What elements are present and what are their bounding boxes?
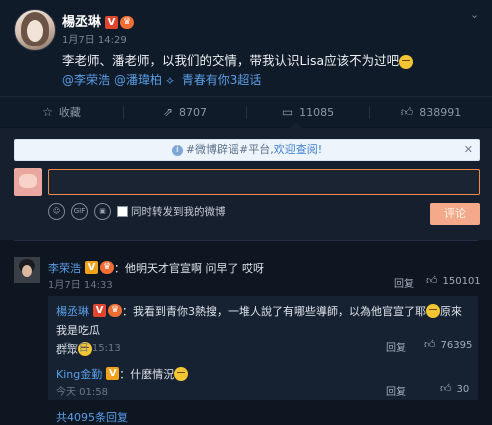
- info-icon: i: [171, 144, 183, 156]
- comment-count: 11085: [299, 106, 335, 119]
- verified-badge-icon: V: [105, 16, 119, 29]
- reply-author[interactable]: King金勤: [56, 368, 102, 381]
- reply-button[interactable]: 回复: [386, 383, 406, 398]
- reply-button[interactable]: 回复: [394, 275, 414, 290]
- reply-like-button[interactable]: 👍︎ 30: [440, 382, 469, 395]
- divider: [14, 240, 478, 241]
- mention-pan-weibo[interactable]: @潘瑋柏: [114, 73, 162, 87]
- comment-text: ：他明天才官宣啊 问早了 哎呀: [114, 262, 264, 275]
- chevron-down-icon[interactable]: ⌄: [470, 8, 480, 21]
- rumor-notice: i #微博辟谣#平台,欢迎查阅! ✕: [14, 139, 480, 161]
- composer-tools: ☺ GIF ▣ 同时转发到我的微博: [48, 201, 226, 221]
- post-author-name[interactable]: 楊丞琳: [62, 15, 101, 30]
- reply-like-count: 76395: [440, 340, 473, 351]
- supertopic-icon: ⟡: [166, 73, 174, 87]
- reply-time: 1月7日 15:13: [56, 343, 121, 354]
- post-time[interactable]: 1月7日 14:29: [62, 31, 127, 46]
- my-avatar: [14, 168, 42, 196]
- notice-link[interactable]: 欢迎查阅!: [274, 143, 322, 156]
- comment-like-button[interactable]: 👍︎ 150101: [426, 274, 481, 287]
- like-count: 838991: [419, 106, 462, 119]
- post-text: 李老师、潘老师，以我们的交情，带我认识Lisa应该不为过吧: [62, 53, 400, 68]
- reply-button[interactable]: 回复: [386, 339, 406, 354]
- close-icon[interactable]: ✕: [464, 140, 473, 160]
- supertopic-link[interactable]: ⟡ 青春有你3超话: [166, 73, 265, 87]
- repost-button[interactable]: ⇗ 8707: [124, 97, 246, 127]
- reply-author[interactable]: 楊丞琳: [56, 305, 89, 318]
- comment-like-count: 150101: [442, 276, 481, 287]
- verified-badge-icon: V: [85, 261, 98, 274]
- comment-author[interactable]: 李荣浩: [48, 262, 81, 275]
- favorite-label: 收藏: [58, 106, 81, 119]
- repost-count: 8707: [179, 106, 208, 119]
- emoji-icon[interactable]: ☺: [48, 203, 65, 220]
- post-action-bar: ☆ 收藏 ⇗ 8707 ▭ 11085 👍︎ 838991: [0, 96, 492, 127]
- thinking-emoji-icon: [426, 303, 440, 318]
- reply-like-count: 30: [456, 384, 470, 395]
- mention-li-ronghao[interactable]: @李荣浩: [62, 73, 110, 87]
- forward-label: 同时转发到我的微博: [131, 206, 226, 218]
- thumbs-up-icon: 👍︎: [426, 274, 438, 287]
- reply-time: 今天 01:58: [56, 387, 108, 398]
- favorite-button[interactable]: ☆ 收藏: [0, 97, 123, 127]
- verified-badge-icon: V: [93, 304, 106, 317]
- reply-text: ：我看到青你3熱搜，一堆人說了有哪些導師，以為他官宣了耶: [122, 305, 426, 318]
- thumbs-up-icon: 👍︎: [440, 382, 452, 395]
- star-icon: ☆: [42, 105, 53, 119]
- like-button[interactable]: 👍︎ 838991: [370, 97, 492, 127]
- forward-checkbox[interactable]: [117, 206, 128, 217]
- thumbs-up-icon: 👍︎: [400, 105, 414, 119]
- repost-icon: ⇗: [162, 105, 174, 119]
- comment-item: 李荣浩 V ♛ ：他明天才官宣啊 问早了 哎呀: [48, 257, 264, 276]
- laugh-emoji-icon: [174, 366, 189, 381]
- member-crown-icon: ♛: [108, 304, 122, 317]
- gif-icon[interactable]: GIF: [71, 203, 88, 220]
- commenter-avatar[interactable]: [14, 257, 40, 283]
- reply-item: King金勤 V ：什麼情況: [56, 363, 189, 382]
- thumbs-up-icon: 👍︎: [424, 338, 436, 351]
- shy-emoji-icon: [399, 54, 414, 69]
- submit-comment-button[interactable]: 评论: [430, 203, 480, 225]
- post-links: @李荣浩 @潘瑋柏 ⟡ 青春有你3超话: [62, 71, 269, 88]
- author-avatar[interactable]: [14, 9, 56, 51]
- member-crown-icon: ♛: [120, 16, 135, 29]
- supertopic-label: 青春有你3超话: [181, 73, 262, 87]
- comment-button[interactable]: ▭ 11085: [247, 97, 369, 127]
- member-crown-icon: ♛: [100, 261, 114, 274]
- reply-text: ：什麼情況: [119, 368, 175, 381]
- verified-badge-icon: V: [106, 367, 120, 380]
- post-author[interactable]: 楊丞琳 V ♛: [62, 11, 135, 30]
- notice-text: #微博辟谣#平台,: [185, 143, 274, 156]
- post-content: 李老师、潘老师，以我们的交情，带我认识Lisa应该不为过吧: [62, 50, 414, 69]
- comment-time: 1月7日 14:33: [48, 280, 113, 291]
- comment-input[interactable]: [48, 169, 480, 195]
- reply-like-button[interactable]: 👍︎ 76395: [424, 338, 472, 351]
- image-icon[interactable]: ▣: [94, 203, 111, 220]
